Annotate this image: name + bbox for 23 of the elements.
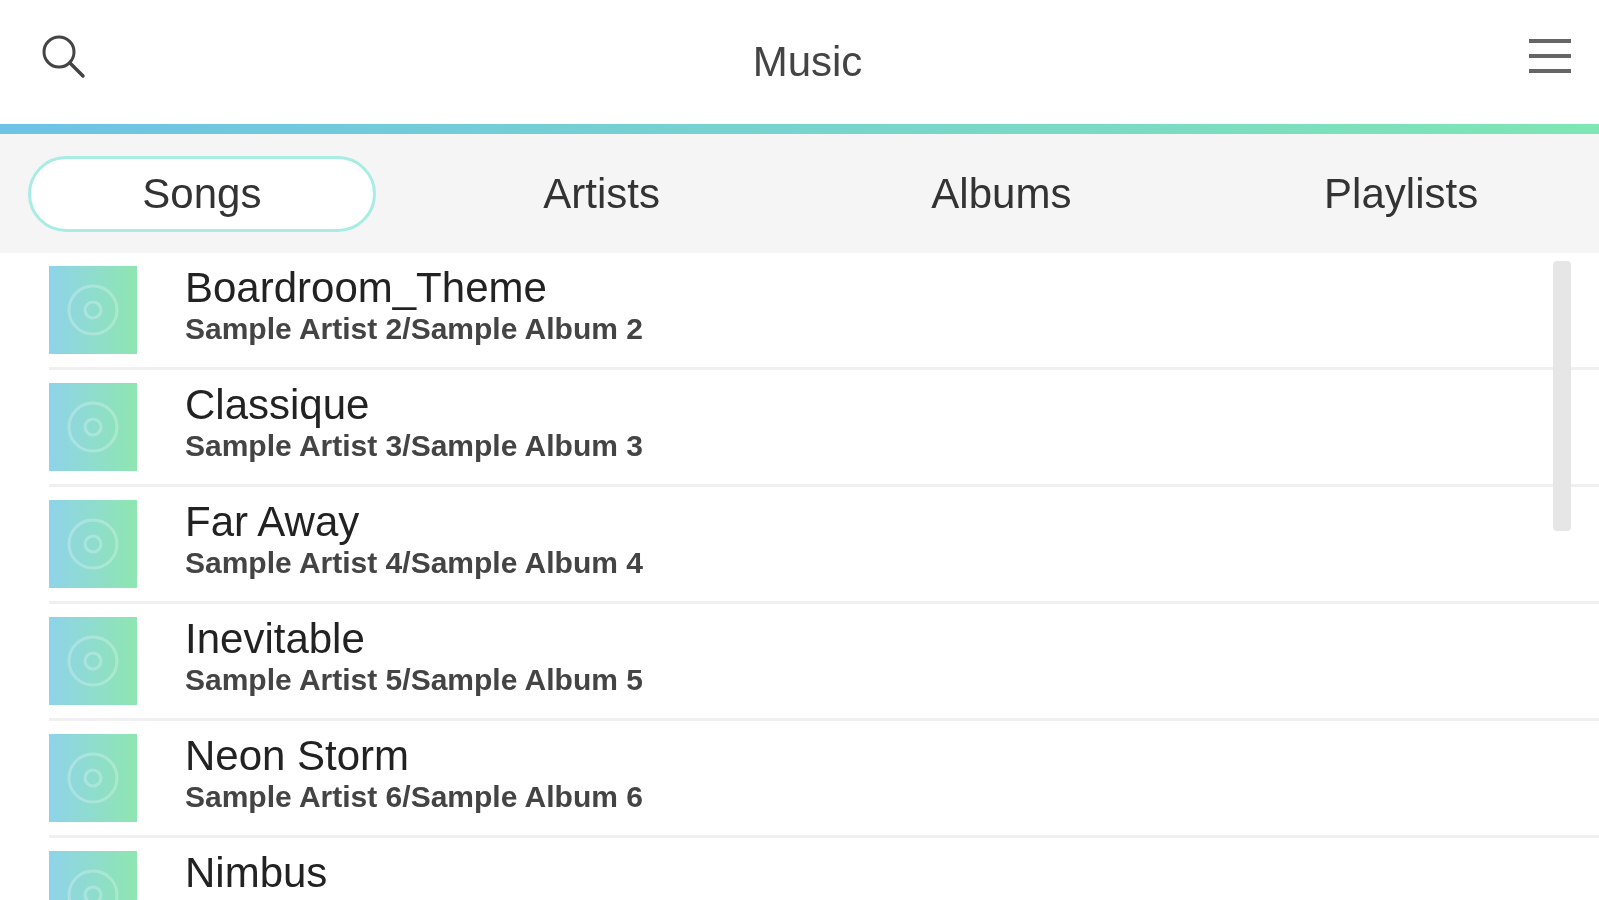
app-title: Music <box>752 38 863 86</box>
song-artist-album: Sample Artist 6/Sample Album 6 <box>185 780 643 814</box>
song-artist-album: Sample Artist 2/Sample Album 2 <box>185 312 643 346</box>
song-row[interactable]: Far Away Sample Artist 4/Sample Album 4 <box>49 487 1599 604</box>
search-icon[interactable] <box>40 33 86 79</box>
song-artist-album: Sample Artist 4/Sample Album 4 <box>185 546 643 580</box>
song-artist-album: Sample Artist 5/Sample Album 5 <box>185 663 643 697</box>
tab[interactable]: Artists <box>427 155 776 232</box>
song-title: Neon Storm <box>185 734 411 778</box>
tab[interactable]: Songs <box>28 155 376 232</box>
menu-icon[interactable] <box>1529 37 1571 75</box>
song-row[interactable]: Nimbus <box>49 838 1599 900</box>
scrollbar[interactable] <box>1553 261 1571 531</box>
tab[interactable]: Albums <box>827 155 1176 232</box>
song-title: Boardroom_Theme <box>185 266 548 310</box>
song-row[interactable]: Neon Storm Sample Artist 6/Sample Album 6 <box>49 721 1599 838</box>
tab[interactable]: Playlists <box>1227 155 1575 232</box>
song-title: Far Away <box>185 500 361 544</box>
song-title: Inevitable <box>185 617 366 661</box>
song-title: Classique <box>185 383 371 427</box>
song-title: Nimbus <box>185 851 328 895</box>
song-artist-album: Sample Artist 3/Sample Album 3 <box>185 429 643 463</box>
song-row[interactable]: Inevitable Sample Artist 5/Sample Album 5 <box>49 604 1599 721</box>
